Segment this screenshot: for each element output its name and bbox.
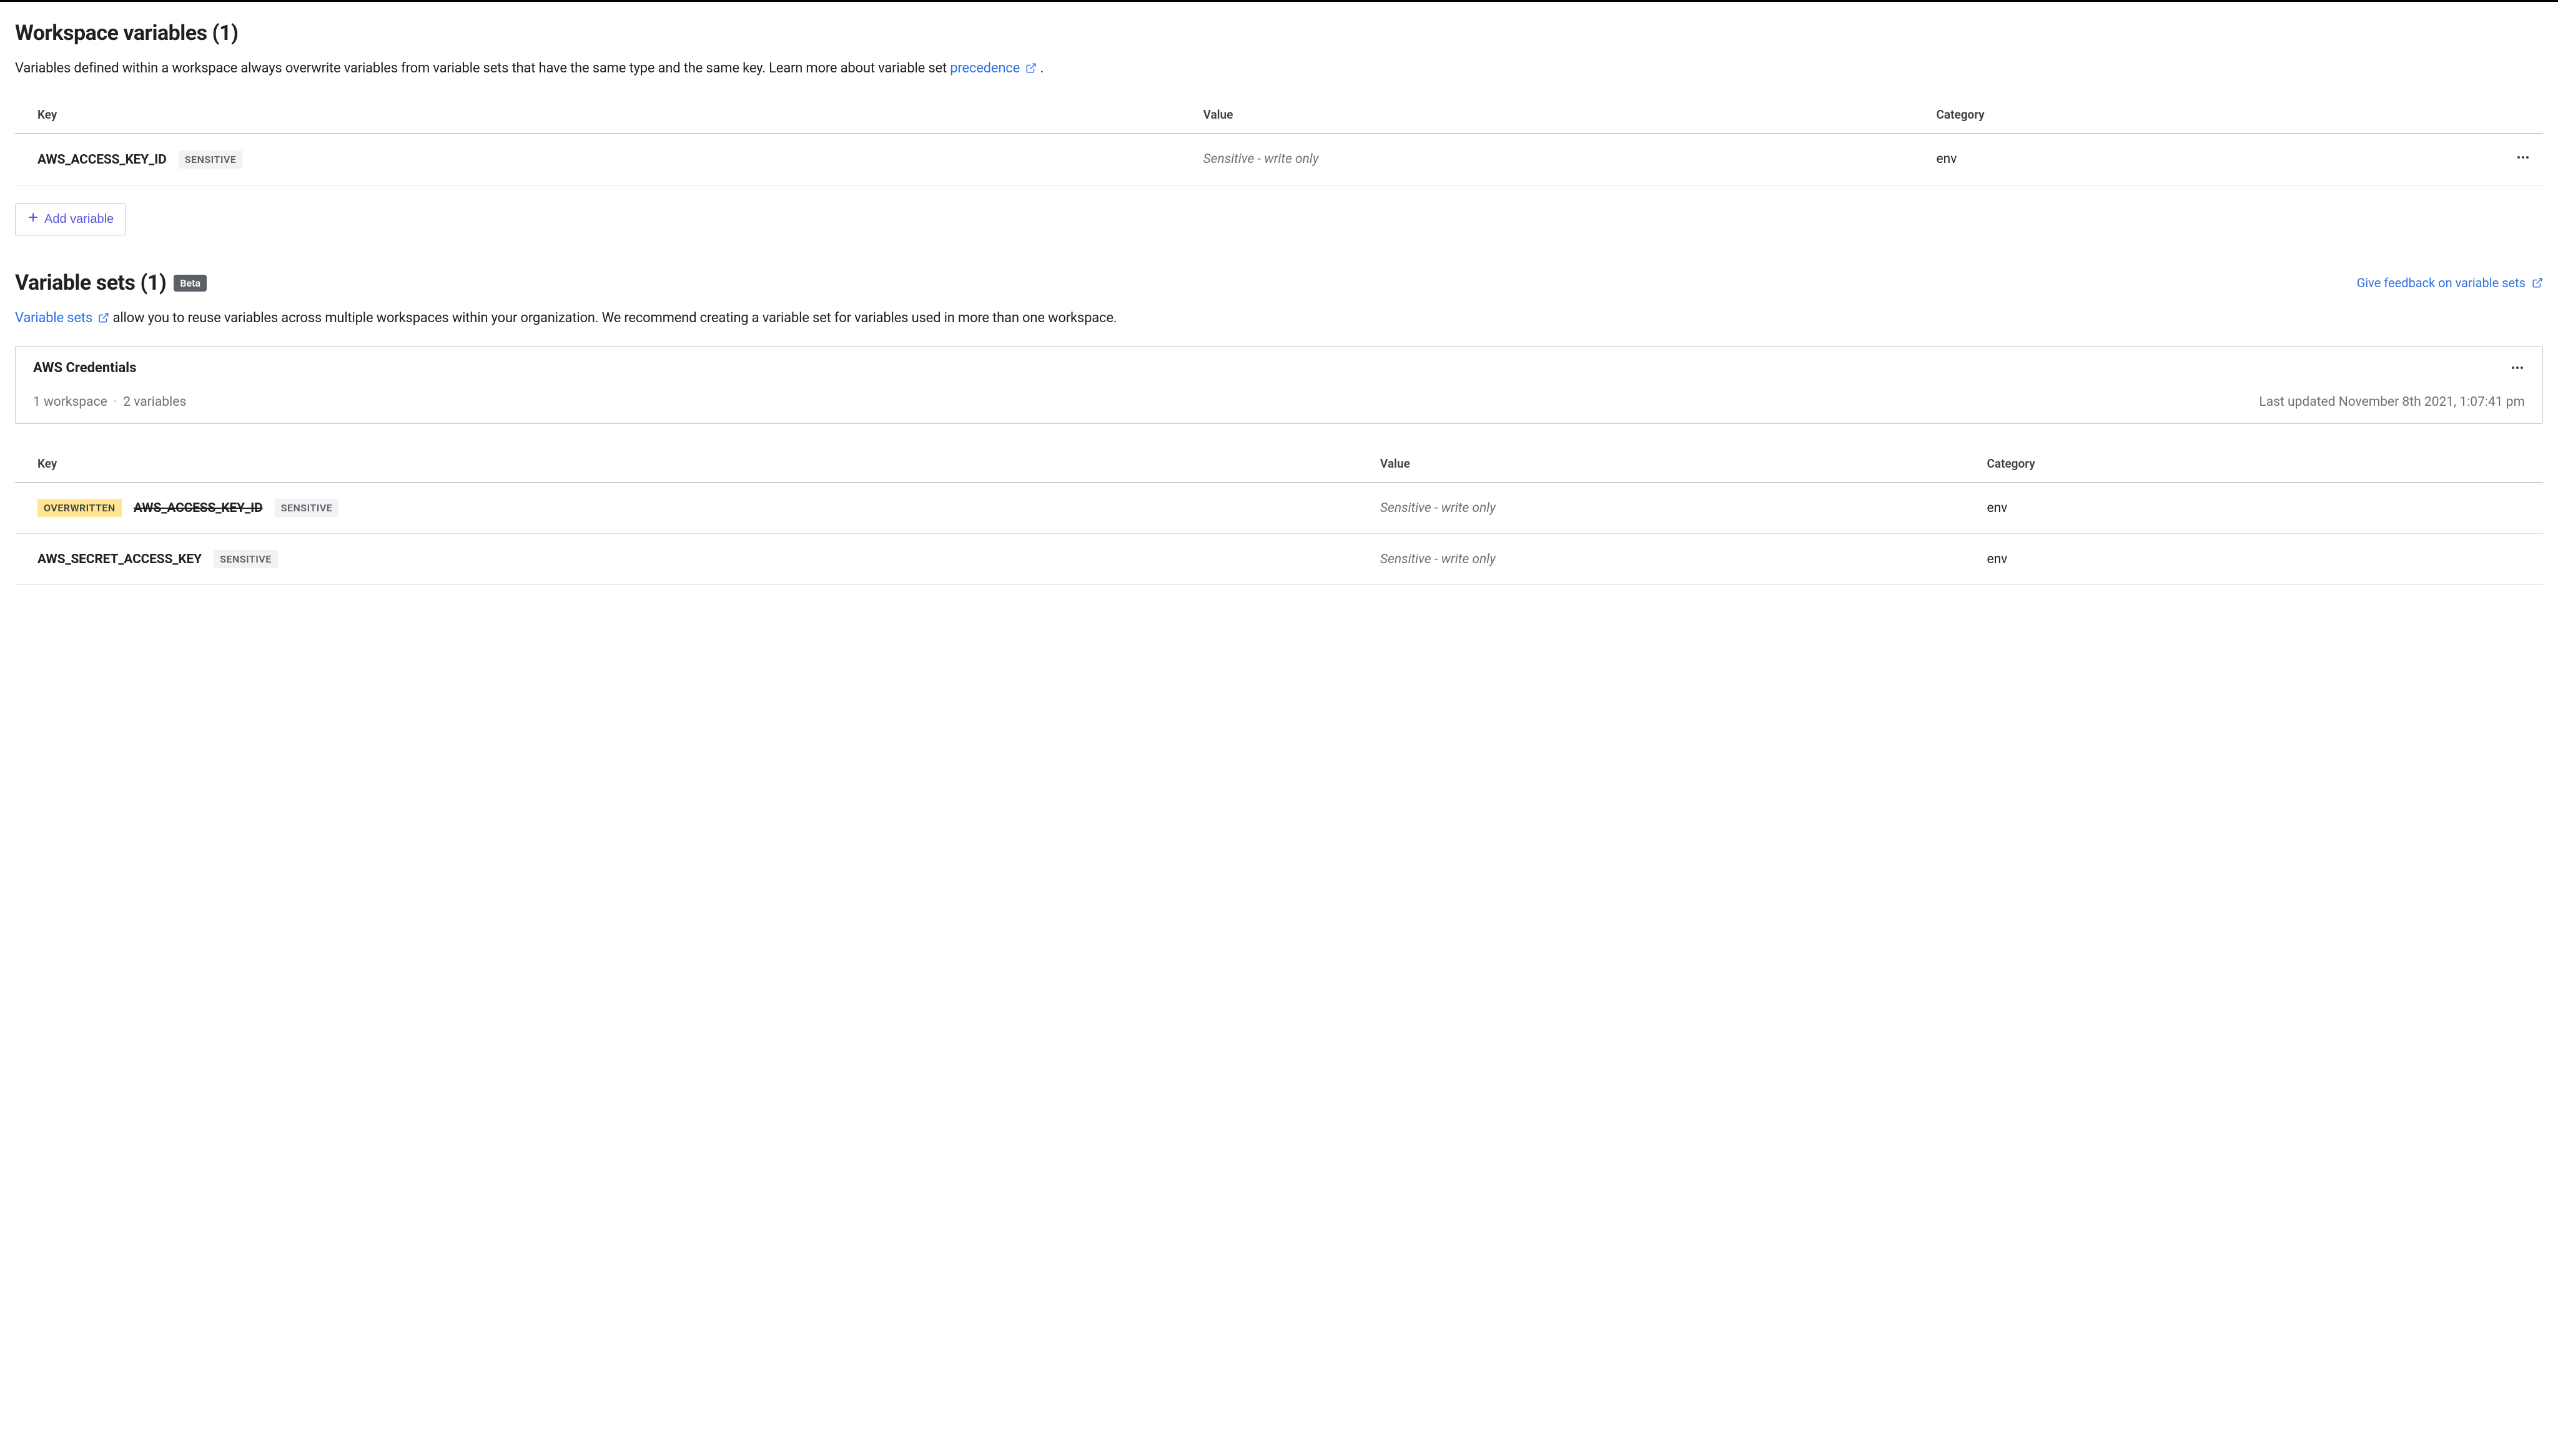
column-header-category: Category: [1936, 96, 2391, 134]
top-divider: [0, 0, 2558, 2]
external-link-icon: [2532, 277, 2543, 288]
precedence-link-text: precedence: [950, 61, 1020, 76]
sensitive-badge: SENSITIVE: [179, 150, 243, 169]
variable-sets-title: Variable sets (1) Beta: [15, 270, 207, 295]
column-header-category: Category: [1987, 445, 2442, 483]
workspace-variables-title: Workspace variables (1): [15, 21, 2543, 46]
feedback-link[interactable]: Give feedback on variable sets: [2357, 275, 2543, 290]
variable-key: AWS_ACCESS_KEY_ID: [37, 152, 167, 167]
beta-badge: Beta: [174, 275, 207, 292]
description-text-post: .: [1040, 61, 1044, 76]
variable-value: Sensitive - write only: [1203, 152, 1319, 167]
table-row: AWS_SECRET_ACCESS_KEY SENSITIVE Sensitiv…: [15, 534, 2543, 585]
variable-set-card: AWS Credentials 1 workspace · 2 variable…: [15, 346, 2543, 424]
workspace-variables-table: Key Value Category AWS_ACCESS_KEY_ID SEN…: [15, 96, 2543, 185]
overwritten-badge: OVERWRITTEN: [37, 499, 122, 517]
variable-category: env: [1987, 501, 2007, 516]
variable-category: env: [1987, 552, 2007, 567]
variable-set-table: Key Value Category OVERWRITTEN AWS_ACCES…: [15, 445, 2543, 585]
column-header-actions: [2442, 445, 2543, 483]
variable-key: AWS_ACCESS_KEY_ID: [134, 501, 263, 516]
column-header-value: Value: [1203, 96, 1937, 134]
set-variable-count: 2 variables: [123, 395, 186, 410]
sensitive-badge: SENSITIVE: [275, 499, 339, 517]
external-link-icon: [1025, 62, 1037, 74]
set-workspace-count: 1 workspace: [33, 395, 107, 410]
variable-key: AWS_SECRET_ACCESS_KEY: [37, 552, 202, 567]
variable-set-name: AWS Credentials: [33, 360, 136, 376]
variable-category: env: [1936, 152, 1957, 167]
workspace-variables-title-text: Workspace variables (1): [15, 21, 238, 46]
column-header-key: Key: [15, 445, 1380, 483]
variable-sets-description: Variable sets allow you to reuse variabl…: [15, 308, 2543, 328]
workspace-variables-description: Variables defined within a workspace alw…: [15, 58, 2543, 79]
set-last-updated: Last updated November 8th 2021, 1:07:41 …: [2259, 395, 2525, 410]
variable-sets-desc-post: allow you to reuse variables across mult…: [113, 310, 1117, 326]
meta-separator: ·: [114, 395, 117, 410]
more-actions-button[interactable]: [2516, 150, 2531, 165]
add-variable-label: Add variable: [44, 212, 114, 227]
set-more-actions-button[interactable]: [2510, 360, 2525, 375]
variable-value: Sensitive - write only: [1380, 552, 1496, 567]
sensitive-badge: SENSITIVE: [214, 550, 278, 568]
variable-value: Sensitive - write only: [1380, 501, 1496, 516]
variable-sets-link[interactable]: Variable sets: [15, 310, 113, 326]
precedence-link[interactable]: precedence: [950, 61, 1040, 76]
table-row: OVERWRITTEN AWS_ACCESS_KEY_ID SENSITIVE …: [15, 483, 2543, 534]
column-header-value: Value: [1380, 445, 1987, 483]
column-header-actions: [2391, 96, 2543, 134]
feedback-link-text: Give feedback on variable sets: [2357, 275, 2526, 290]
plus-icon: [27, 211, 39, 227]
external-link-icon: [98, 312, 109, 323]
variable-sets-title-text: Variable sets (1): [15, 270, 166, 295]
table-row: AWS_ACCESS_KEY_ID SENSITIVE Sensitive - …: [15, 134, 2543, 185]
variable-sets-link-text: Variable sets: [15, 310, 92, 326]
description-text-pre: Variables defined within a workspace alw…: [15, 61, 950, 76]
column-header-key: Key: [15, 96, 1203, 134]
add-variable-button[interactable]: Add variable: [15, 203, 126, 235]
